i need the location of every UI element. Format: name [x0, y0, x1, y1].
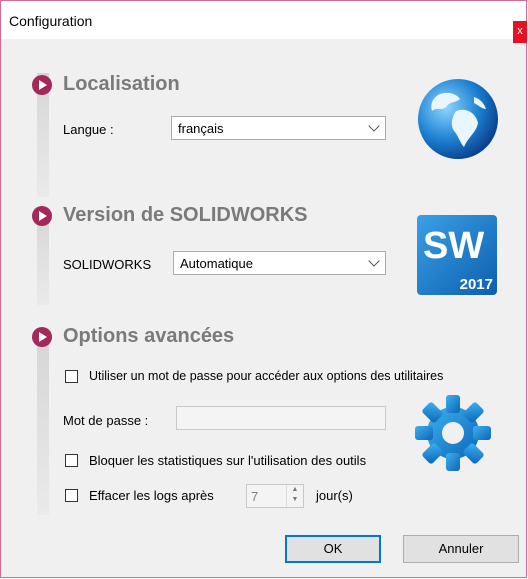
title-bar: Configuration x	[1, 1, 527, 43]
localisation-bullet-icon	[32, 75, 52, 95]
solidworks-version-select[interactable]: Automatique	[173, 251, 386, 275]
stepper-arrows-icon[interactable]: ▲ ▼	[286, 485, 303, 507]
days-unit-label: jour(s)	[316, 488, 353, 503]
days-value: 7	[251, 489, 259, 504]
gear-icon	[415, 395, 491, 471]
solidworks-logo-icon: SW 2017	[417, 215, 497, 295]
language-label: Langue :	[63, 122, 114, 137]
solidworks-logo-year: 2017	[459, 276, 493, 293]
chevron-down-icon	[368, 255, 380, 267]
advanced-heading: Options avancées	[63, 325, 235, 347]
block-stats-label: Bloquer les statistiques sur l'utilisati…	[89, 453, 367, 468]
password-label: Mot de passe :	[63, 413, 149, 428]
cancel-button[interactable]: Annuler	[403, 535, 519, 563]
chevron-down-icon	[368, 120, 380, 132]
advanced-bullet-icon	[32, 327, 52, 347]
window-title: Configuration	[9, 13, 93, 29]
configuration-window: Configuration x Localisation Langue : fr…	[0, 0, 527, 578]
days-stepper[interactable]: 7 ▲ ▼	[246, 484, 304, 508]
advanced-section-bar	[37, 339, 49, 515]
solidworks-label: SOLIDWORKS	[63, 257, 152, 272]
language-select-value: français	[178, 121, 224, 136]
close-button[interactable]: x	[513, 21, 527, 43]
use-password-checkbox[interactable]	[65, 370, 78, 383]
block-stats-checkbox[interactable]	[65, 454, 78, 467]
solidworks-logo-text: SW	[423, 225, 485, 267]
language-select[interactable]: français	[171, 116, 386, 140]
password-field[interactable]	[176, 406, 386, 430]
ok-button[interactable]: OK	[285, 535, 381, 563]
clear-logs-label: Effacer les logs après	[89, 488, 214, 503]
version-bullet-icon	[32, 206, 52, 226]
localisation-heading: Localisation	[63, 73, 180, 95]
version-heading: Version de SOLIDWORKS	[63, 204, 308, 226]
use-password-label: Utiliser un mot de passe pour accéder au…	[89, 369, 444, 383]
clear-logs-checkbox[interactable]	[65, 489, 78, 502]
globe-icon	[418, 79, 498, 159]
solidworks-version-value: Automatique	[180, 256, 253, 271]
